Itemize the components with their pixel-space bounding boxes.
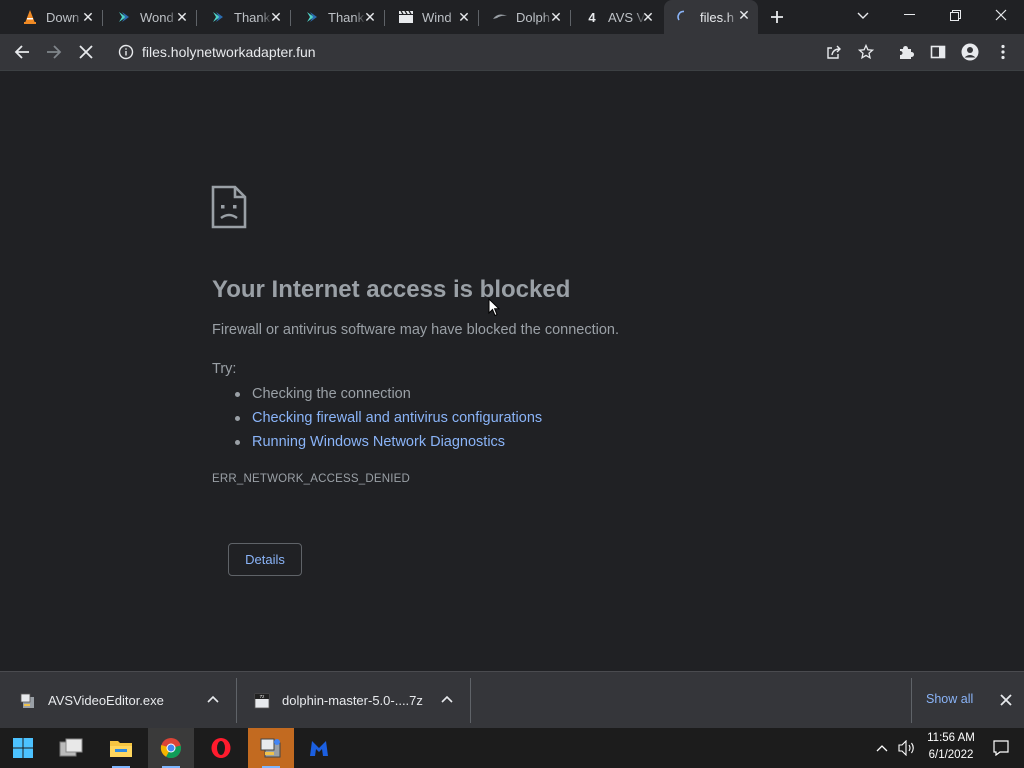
minimize-button[interactable] [886,0,932,30]
installer-icon [20,693,36,709]
close-icon [995,9,1007,21]
kebab-menu-icon [1001,44,1005,60]
error-description: Firewall or antivirus software may have … [212,322,619,338]
suggestion-network-diagnostics-link[interactable]: Running Windows Network Diagnostics [232,432,542,456]
wondershare-icon [304,9,320,25]
arrow-right-icon [47,45,62,59]
url-text: files.holynetworkadapter.fun [142,44,316,60]
avs4you-icon: 4 [588,9,596,25]
close-download-bar-button[interactable] [996,690,1016,710]
tab-3[interactable]: Thank ✕ [282,2,385,32]
tab-search-button[interactable] [853,6,873,26]
mouse-cursor-icon [488,298,500,317]
address-bar[interactable]: files.holynetworkadapter.fun [108,37,888,67]
extensions-button[interactable] [891,37,921,67]
avatar-icon [961,43,979,61]
close-icon [1000,694,1012,706]
wondershare-icon [116,9,132,25]
notification-icon[interactable] [990,728,1012,768]
puzzle-icon [900,46,914,59]
plus-icon [771,11,783,23]
forward-button[interactable] [39,37,69,67]
tab-title: Wond [140,9,174,25]
side-panel-button[interactable] [923,37,953,67]
share-button[interactable] [819,37,849,67]
error-headline: Your Internet access is blocked [212,276,571,303]
details-button[interactable]: Details [228,543,302,576]
download-filename: AVSVideoEditor.exe [48,693,164,708]
info-icon[interactable] [118,44,134,60]
bookmark-button[interactable] [851,37,881,67]
tab-2[interactable]: Thank ✕ [188,2,291,32]
clock-date: 6/1/2022 [928,749,974,761]
close-icon [79,45,93,59]
download-filename: dolphin-master-5.0-....7z [282,693,423,708]
taskbar: 11:56 AM 6/1/2022 [0,728,1024,768]
malwarebytes-icon[interactable] [296,728,342,768]
7z-archive-icon: 7z [254,693,270,709]
star-icon [858,44,874,60]
opera-icon[interactable] [198,728,244,768]
chrome-icon[interactable] [148,728,194,768]
vlc-cone-icon [22,9,38,25]
taskbar-clock[interactable]: 11:56 AM 6/1/2022 [912,730,990,766]
menu-button[interactable] [988,37,1018,67]
arrow-left-icon [14,45,29,59]
try-label: Try: [212,361,237,377]
restore-button[interactable] [932,0,978,30]
tab-title: Wind [422,9,452,25]
loading-spinner-icon [676,9,692,25]
installer-icon[interactable] [248,728,294,768]
profile-button[interactable] [955,37,985,67]
restore-icon [949,9,961,21]
wondershare-icon [210,9,226,25]
share-icon [827,45,841,59]
tab-4[interactable]: Wind ✕ [376,2,479,32]
chevron-up-icon[interactable] [440,692,454,706]
sad-page-icon [211,185,247,229]
minimize-icon [903,14,915,15]
task-view-icon[interactable] [48,728,94,768]
svg-text:7z: 7z [260,694,266,699]
tab-1[interactable]: Wond ✕ [94,2,197,32]
page-content: Your Internet access is blocked Firewall… [0,71,1024,671]
error-code: ERR_NETWORK_ACCESS_DENIED [212,473,410,485]
close-icon[interactable]: ✕ [640,9,656,25]
file-explorer-icon[interactable] [98,728,144,768]
tab-title: Thank [234,9,271,25]
download-item-0[interactable]: AVSVideoEditor.exe [20,672,236,729]
tab-title: files.h [700,9,734,25]
suggestion-list: Checking the connection Checking firewal… [232,384,542,456]
tab-strip: Down ✕ Wond ✕ Thank ✕ Thank ✕ Wind ✕ Dol… [0,0,1024,34]
tab-title: Thank [328,9,365,25]
chevron-up-icon[interactable] [206,692,220,706]
tab-7-active[interactable]: files.h ✕ [664,0,758,34]
tab-6[interactable]: 4 AVS V ✕ [562,2,662,32]
close-icon[interactable]: ✕ [736,7,752,23]
browser-toolbar: files.holynetworkadapter.fun [0,34,1024,71]
chevron-up-icon[interactable] [872,728,892,768]
clock-time: 11:56 AM [927,732,975,744]
back-button[interactable] [7,37,37,67]
windows-start-icon[interactable] [0,728,46,768]
tab-title: Down [46,9,80,25]
stop-button[interactable] [71,37,101,67]
side-panel-icon [930,45,946,59]
show-all-downloads-link[interactable]: Show all [926,692,973,706]
tab-0[interactable]: Down ✕ [0,2,103,32]
suggestion-check-firewall-link[interactable]: Checking firewall and antivirus configur… [232,408,542,432]
download-bar: AVSVideoEditor.exe 7z dolphin-master-5.0… [0,671,1024,729]
tab-5[interactable]: Dolph ✕ [470,2,571,32]
dolphin-icon [492,9,508,25]
suggestion-check-connection: Checking the connection [232,384,542,408]
close-window-button[interactable] [978,0,1024,30]
chevron-down-icon [857,12,869,19]
clapperboard-icon [398,9,414,25]
new-tab-button[interactable] [766,6,788,28]
download-item-1[interactable]: 7z dolphin-master-5.0-....7z [254,672,470,729]
